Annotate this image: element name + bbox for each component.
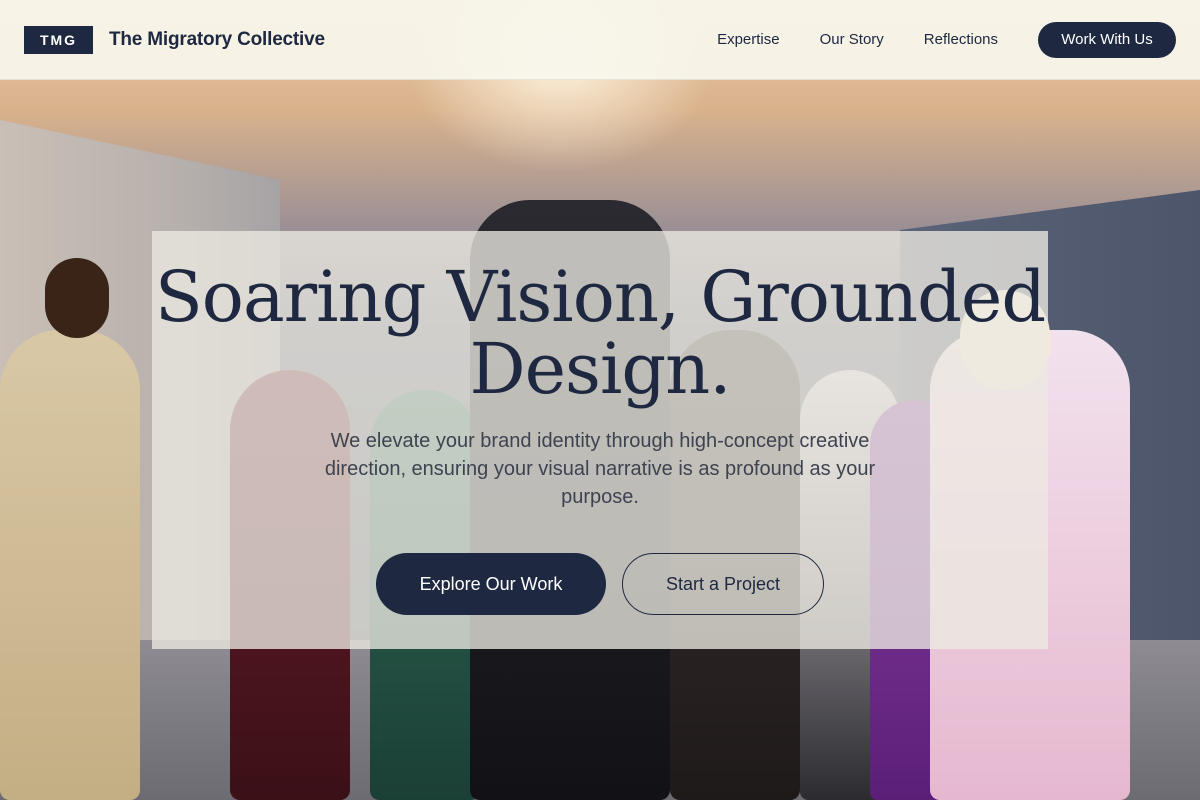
nav-link-expertise[interactable]: Expertise bbox=[717, 31, 780, 48]
explore-our-work-button[interactable]: Explore Our Work bbox=[376, 553, 606, 615]
hero-title: Soaring Vision, Grounded Design. bbox=[152, 261, 1048, 405]
work-with-us-button[interactable]: Work With Us bbox=[1038, 21, 1176, 58]
person-head bbox=[45, 258, 109, 338]
logo-badge[interactable]: TMG bbox=[24, 25, 93, 54]
start-a-project-button[interactable]: Start a Project bbox=[622, 553, 824, 615]
hero-title-line-2: Design. bbox=[469, 328, 731, 410]
person-figure bbox=[0, 330, 140, 800]
nav-link-our-story[interactable]: Our Story bbox=[820, 31, 884, 48]
nav-link-reflections[interactable]: Reflections bbox=[924, 31, 998, 48]
hero-subtitle: We elevate your brand identity through h… bbox=[324, 430, 876, 508]
hero-title-line-1: Soaring Vision, Grounded bbox=[154, 256, 1046, 338]
site-header: TMG The Migratory Collective Expertise O… bbox=[0, 0, 1200, 80]
brand[interactable]: TMG The Migratory Collective bbox=[24, 25, 325, 54]
brand-name[interactable]: The Migratory Collective bbox=[109, 29, 325, 51]
main-nav: Expertise Our Story Reflections Work Wit… bbox=[717, 21, 1176, 58]
hero-card: Soaring Vision, Grounded Design. We elev… bbox=[152, 231, 1048, 649]
hero-actions: Explore Our Work Start a Project bbox=[152, 553, 1048, 615]
